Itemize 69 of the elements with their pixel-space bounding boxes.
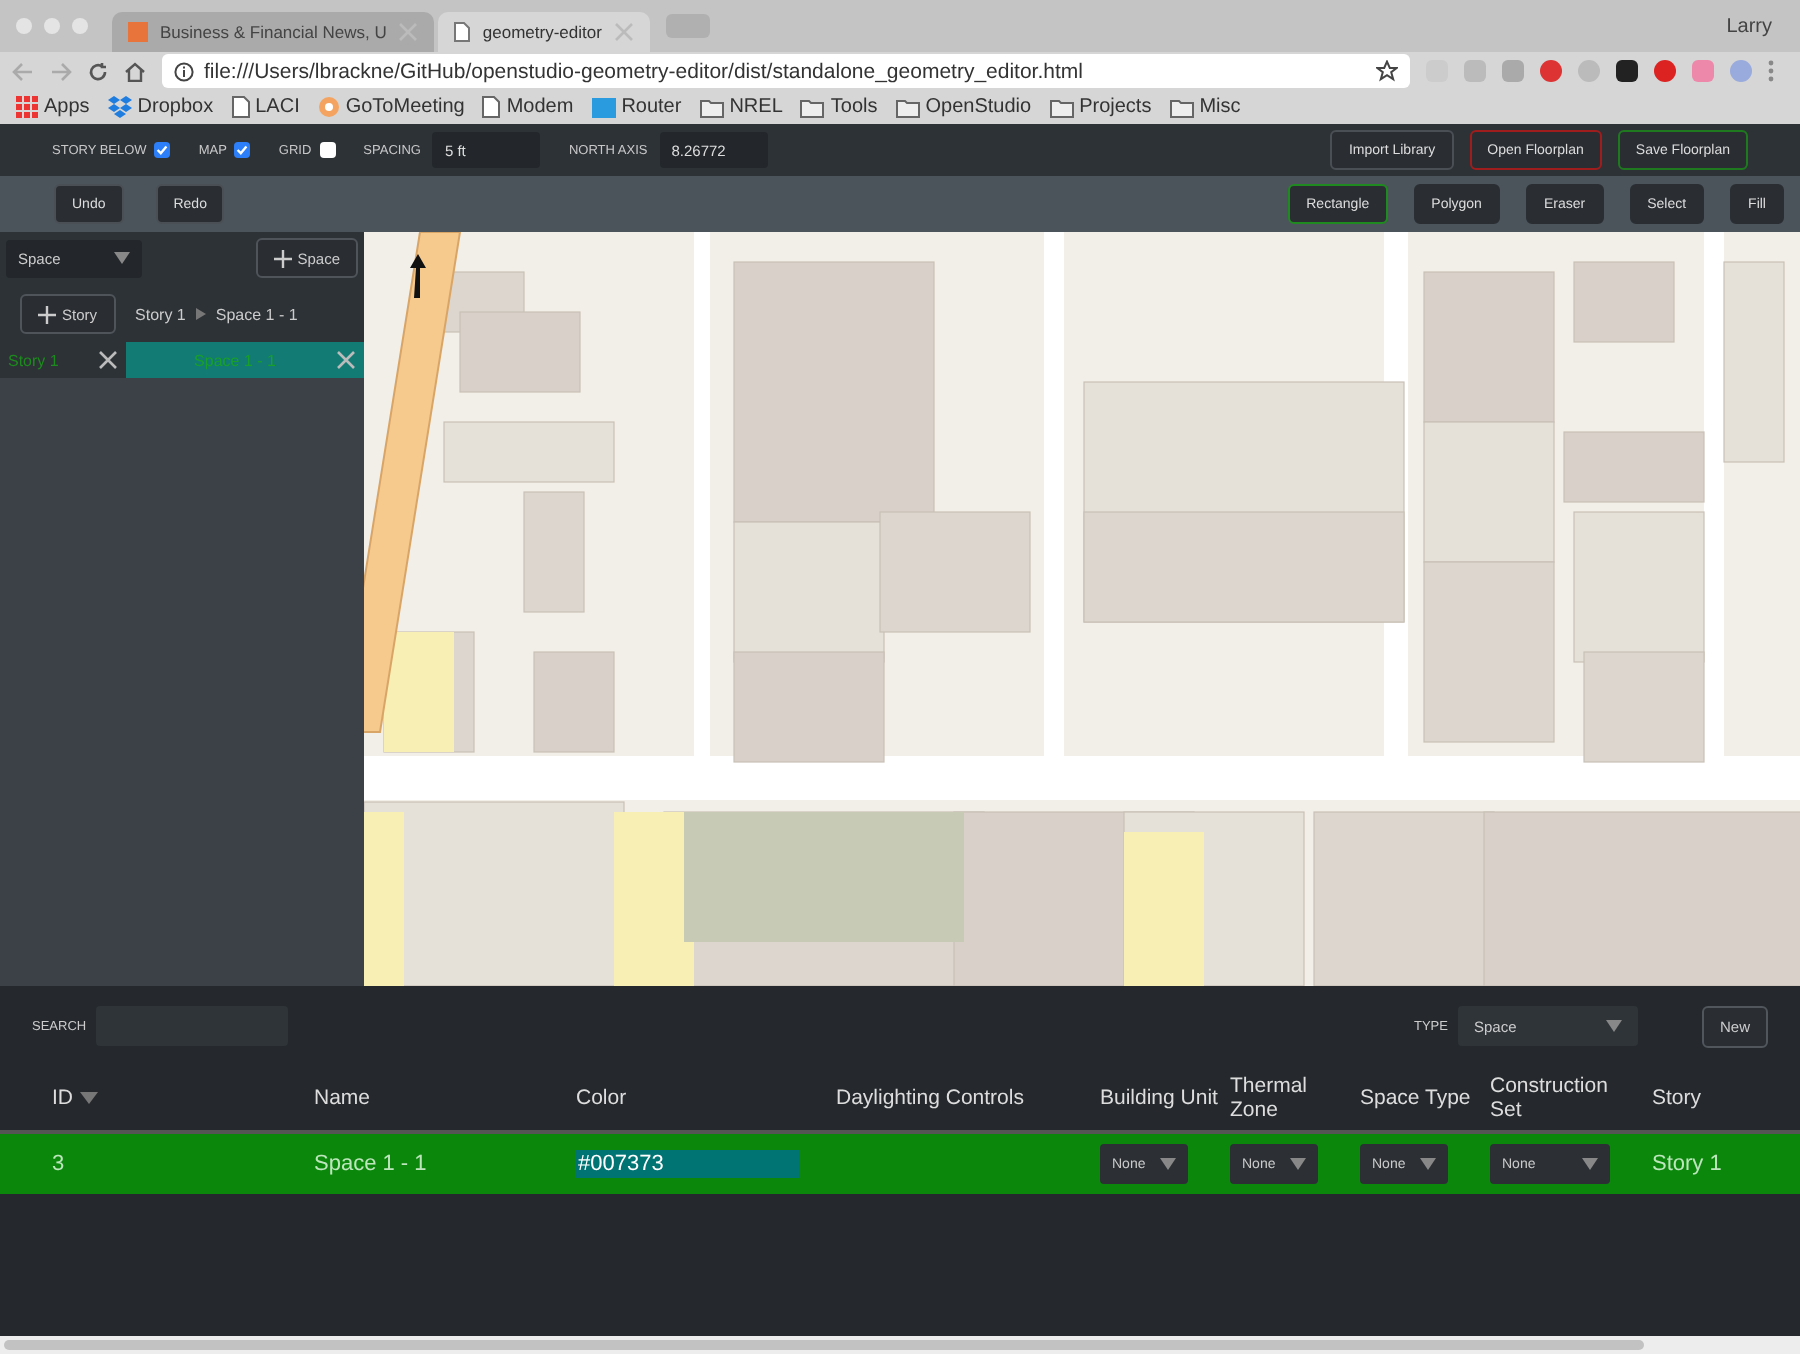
table-cell-text: Story 1 bbox=[1652, 1152, 1724, 1176]
column-header[interactable]: ID bbox=[52, 1086, 176, 1110]
box-icon bbox=[107, 96, 132, 118]
bookmark[interactable]: Projects bbox=[1049, 96, 1152, 118]
caret-icon bbox=[1160, 1158, 1176, 1170]
column-header[interactable]: Construction Set bbox=[1490, 1074, 1614, 1122]
window-controls[interactable] bbox=[16, 18, 88, 34]
page-icon bbox=[231, 96, 250, 118]
bookmark[interactable]: GoToMeeting bbox=[317, 96, 465, 118]
folder-icon bbox=[1169, 97, 1194, 117]
column-header[interactable]: Story bbox=[1652, 1086, 1776, 1110]
extension-icon[interactable] bbox=[1616, 60, 1638, 82]
folder-icon bbox=[800, 97, 825, 117]
page-icon bbox=[454, 22, 471, 42]
color-cell[interactable]: #007373 bbox=[576, 1150, 800, 1178]
caret-icon bbox=[1582, 1158, 1598, 1170]
star-icon[interactable] bbox=[1376, 60, 1398, 82]
plus-icon bbox=[38, 305, 56, 323]
checkbox[interactable] bbox=[154, 142, 171, 158]
column-header[interactable]: Space Type bbox=[1360, 1086, 1484, 1110]
close-icon[interactable] bbox=[98, 350, 118, 370]
site-icon bbox=[128, 22, 148, 42]
checkbox[interactable] bbox=[234, 142, 251, 158]
checkbox[interactable] bbox=[319, 142, 336, 158]
folder-icon bbox=[1049, 97, 1074, 117]
profile-name[interactable]: Larry bbox=[1726, 15, 1772, 37]
grid-icon bbox=[16, 96, 38, 118]
menu-icon[interactable] bbox=[1768, 60, 1774, 82]
scrollbar[interactable] bbox=[0, 1336, 1800, 1354]
page-icon bbox=[482, 96, 501, 118]
folder-icon bbox=[699, 97, 724, 117]
browser-tab[interactable]: Business & Financial News, U bbox=[112, 12, 435, 52]
bookmark[interactable]: NREL bbox=[699, 96, 783, 118]
flower-icon bbox=[317, 96, 340, 118]
caret-icon bbox=[1605, 1020, 1622, 1032]
folder-icon bbox=[895, 97, 920, 117]
home-icon[interactable] bbox=[124, 61, 146, 81]
bookmark[interactable]: Apps bbox=[16, 96, 90, 118]
caret-icon bbox=[1420, 1158, 1436, 1170]
column-header[interactable]: Daylighting Controls bbox=[836, 1086, 1100, 1110]
tp-logo-icon bbox=[591, 97, 616, 117]
breadcrumb-item[interactable]: Space 1 - 1 bbox=[215, 305, 298, 323]
table-cell-text: 3 bbox=[52, 1152, 67, 1176]
bookmark[interactable]: Router bbox=[591, 96, 682, 118]
bookmark[interactable]: OpenStudio bbox=[895, 96, 1032, 118]
caret-icon bbox=[1290, 1158, 1306, 1170]
address-bar[interactable]: file:///Users/lbrackne/GitHub/openstudio-geometry-editor/dist/standalone_geometry_editor.html bbox=[162, 54, 1410, 88]
bookmark[interactable]: Tools bbox=[800, 96, 878, 118]
north-arrow-icon bbox=[408, 252, 428, 300]
reload-icon[interactable] bbox=[88, 61, 108, 81]
browser-tab[interactable]: geometry-editor bbox=[438, 12, 650, 52]
bookmark[interactable]: Misc bbox=[1169, 96, 1241, 118]
column-header[interactable]: Building Unit bbox=[1100, 1086, 1224, 1110]
sort-icon bbox=[79, 1092, 97, 1104]
bookmark[interactable]: LACI bbox=[231, 96, 300, 118]
column-header[interactable]: Name bbox=[314, 1086, 438, 1110]
separator-icon bbox=[195, 308, 206, 320]
bookmark[interactable]: Modem bbox=[482, 96, 574, 118]
caret-icon bbox=[114, 252, 130, 264]
back-icon[interactable] bbox=[12, 61, 34, 81]
forward-icon[interactable] bbox=[50, 61, 72, 81]
column-header[interactable]: Thermal Zone bbox=[1230, 1074, 1354, 1122]
info-icon bbox=[174, 61, 194, 81]
plus-icon bbox=[273, 249, 292, 267]
map-placeholder[interactable] bbox=[364, 232, 1800, 986]
table-cell-text: Space 1 - 1 bbox=[314, 1152, 429, 1176]
breadcrumb-item[interactable]: Story 1 bbox=[135, 305, 186, 323]
column-header[interactable]: Color bbox=[576, 1086, 700, 1110]
bookmark[interactable]: Dropbox bbox=[107, 96, 214, 118]
